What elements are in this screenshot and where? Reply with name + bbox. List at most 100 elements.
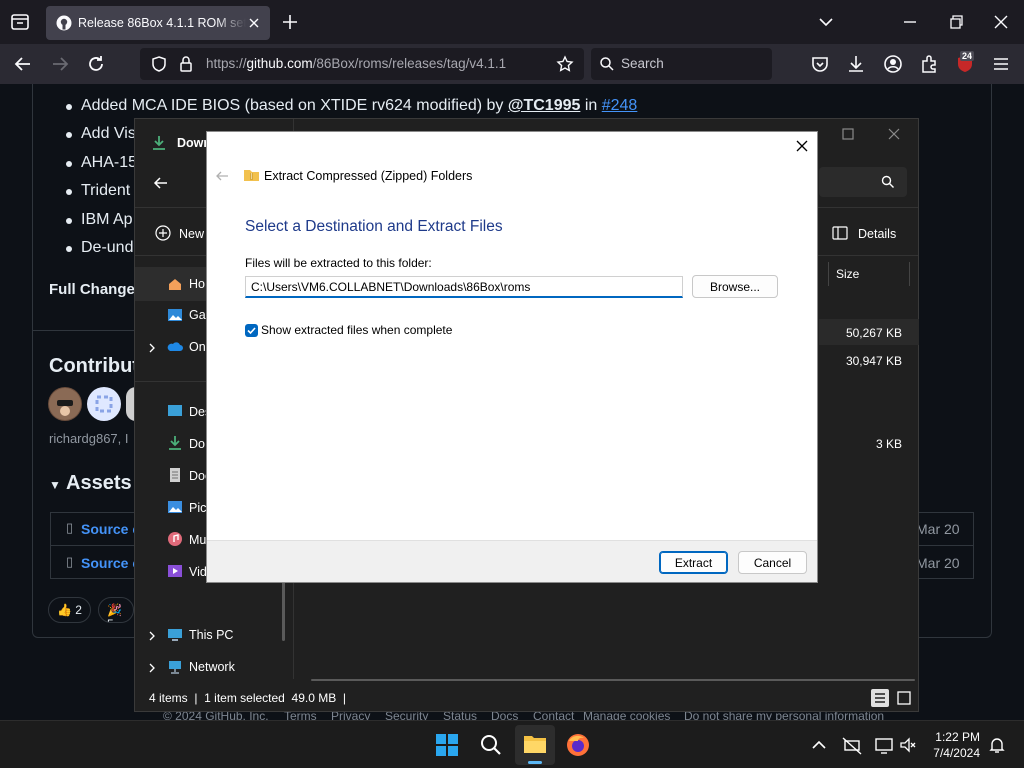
tab-title: Release 86Box 4.1.1 ROM set · 86Box/roms [78, 16, 246, 30]
bullet [66, 218, 72, 224]
chevron-down-icon[interactable] [814, 10, 838, 34]
dialog-title: Extract Compressed (Zipped) Folders [264, 169, 473, 183]
back-arrow-icon[interactable] [215, 169, 229, 183]
reaction-button[interactable]: 👍 2 [48, 597, 91, 623]
sidebar-item-label: Ho [189, 277, 205, 291]
shield-icon[interactable] [150, 55, 168, 73]
contributors-heading: Contribut [49, 355, 139, 377]
display-icon[interactable] [874, 733, 894, 757]
videos-icon [168, 565, 182, 577]
taskbar-explorer-active[interactable] [515, 725, 555, 765]
tab-list-icon[interactable] [8, 10, 32, 34]
close-icon[interactable] [887, 127, 901, 141]
bullet [66, 161, 72, 167]
asset-name[interactable]: Source c [81, 521, 140, 537]
star-icon[interactable] [556, 55, 574, 73]
status-bar: 4 items | 1 item selected 49.0 MB | [149, 691, 347, 705]
pocket-icon[interactable] [809, 53, 831, 75]
party-icon: 🎉 [107, 603, 122, 617]
download-icon[interactable] [845, 53, 867, 75]
system-clock[interactable]: 1:22 PM 7/4/2024 [933, 729, 980, 761]
tiles-view-icon[interactable] [895, 689, 913, 707]
menu-icon[interactable] [990, 53, 1012, 75]
maximize-icon[interactable] [841, 127, 855, 141]
file-explorer-icon [524, 736, 546, 753]
search-bar[interactable]: Search [591, 48, 772, 80]
scrollbar[interactable] [282, 581, 285, 641]
home-icon [169, 279, 181, 290]
url-text[interactable]: https://github.com/86Box/roms/releases/t… [206, 56, 506, 71]
volume-muted-icon[interactable] [898, 733, 918, 757]
music-icon [168, 532, 182, 546]
user-link[interactable]: @TC1995 [508, 97, 581, 114]
firefox-icon[interactable] [566, 733, 590, 757]
chevron-up-icon[interactable] [810, 733, 828, 757]
pr-link[interactable]: #248 [602, 97, 638, 114]
bullet-text: IBM Ap [81, 211, 133, 228]
notification-bell-icon[interactable] [988, 733, 1006, 757]
full-changelog-link[interactable]: Full Change [49, 281, 135, 298]
github-icon [56, 15, 72, 31]
active-indicator [528, 761, 542, 764]
explorer-search-box[interactable] [819, 167, 907, 197]
close-icon[interactable] [795, 139, 809, 153]
bullet [66, 189, 72, 195]
pc-icon [168, 629, 182, 641]
desktop-icon [168, 405, 182, 416]
new-button[interactable]: New [179, 227, 204, 241]
show-files-label[interactable]: Show extracted files when complete [261, 323, 452, 337]
chevron-right-icon[interactable] [147, 631, 157, 641]
assets-heading[interactable]: Assets [66, 472, 132, 495]
details-view-icon[interactable] [871, 689, 889, 707]
sidebar-item-label: This PC [189, 628, 234, 642]
forward-icon[interactable] [49, 53, 71, 75]
search-icon [600, 57, 614, 71]
caret-down-icon[interactable]: ▼ [49, 478, 61, 492]
close-window-icon[interactable] [989, 10, 1013, 34]
chevron-right-icon[interactable] [147, 663, 157, 673]
destination-path-input[interactable] [245, 276, 683, 298]
taskbar: 1:22 PM 7/4/2024 [0, 720, 1024, 768]
extensions-icon[interactable] [918, 53, 940, 75]
avatar[interactable] [48, 387, 82, 421]
avatar[interactable] [87, 387, 121, 421]
horizontal-scrollbar[interactable] [311, 679, 915, 681]
chevron-right-icon[interactable] [147, 343, 157, 353]
browse-button[interactable]: Browse... [692, 275, 778, 298]
onedrive-icon [167, 342, 183, 351]
pictures-icon [168, 501, 182, 513]
reaction-count: 2 [75, 603, 82, 617]
cancel-button[interactable]: Cancel [738, 551, 807, 574]
contributors-names: richardg867, I [49, 431, 129, 446]
plus-circle-icon[interactable] [155, 225, 171, 241]
reaction-button[interactable]: 🎉 5 [98, 597, 134, 623]
back-icon[interactable] [12, 53, 34, 75]
download-folder-icon [153, 136, 165, 150]
sidebar-item-label: Do [189, 437, 205, 451]
browser-tab[interactable]: Release 86Box 4.1.1 ROM set · 86Box/roms [46, 6, 270, 40]
search-icon[interactable] [479, 733, 503, 757]
close-tab-icon[interactable] [246, 15, 262, 31]
new-tab-icon[interactable] [280, 12, 300, 32]
details-pane-icon[interactable] [832, 225, 848, 241]
lock-icon[interactable] [178, 55, 194, 73]
network-disconnected-icon[interactable] [842, 733, 862, 757]
bullet-text: De-und [81, 239, 134, 256]
minimize-icon[interactable] [898, 10, 922, 34]
asset-name[interactable]: Source c [81, 555, 140, 571]
clock-time: 1:22 PM [935, 730, 980, 744]
reload-icon[interactable] [85, 53, 107, 75]
extract-button[interactable]: Extract [659, 551, 728, 574]
account-icon[interactable] [882, 53, 904, 75]
details-button[interactable]: Details [858, 227, 896, 241]
asset-date: Mar 20 [916, 521, 960, 537]
url-bar[interactable]: https://github.com/86Box/roms/releases/t… [140, 48, 584, 80]
clock-date: 7/4/2024 [933, 746, 980, 760]
restore-icon[interactable] [944, 10, 968, 34]
search-icon [881, 175, 894, 188]
back-arrow-icon[interactable] [153, 175, 169, 191]
size-column-header[interactable]: Size [836, 267, 859, 281]
windows-start-icon[interactable] [435, 733, 459, 757]
show-files-checkbox[interactable] [245, 324, 258, 337]
download-icon [169, 436, 181, 450]
